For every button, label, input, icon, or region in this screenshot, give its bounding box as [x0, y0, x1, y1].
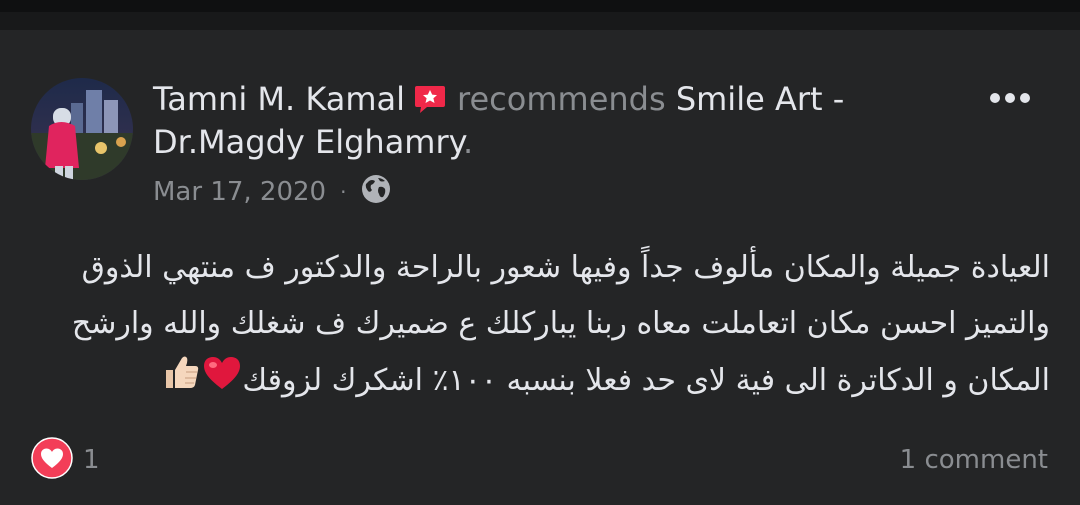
comments-count-link[interactable]: 1 comment [900, 440, 1048, 480]
post-date[interactable]: Mar 17, 2020 [153, 177, 326, 207]
trailing-period: . [463, 123, 474, 161]
red-heart-emoji [202, 354, 242, 410]
author-avatar[interactable] [31, 78, 133, 180]
reaction-count: 1 [83, 445, 100, 475]
top-status-bar [0, 0, 1080, 12]
globe-icon [360, 173, 392, 212]
more-options-button[interactable] [985, 80, 1035, 116]
post-meta: Mar 17, 2020 · [153, 172, 392, 212]
star-badge-icon [413, 82, 447, 113]
reactions-summary[interactable]: 1 [31, 437, 100, 483]
post-header: Tamni M. Kamal recommends Smile Art - Dr.M… [153, 78, 893, 164]
author-name[interactable]: Tamni M. Kamal [153, 80, 405, 118]
more-horizontal-icon [988, 89, 1032, 108]
date-separator: · [340, 180, 347, 204]
recommends-label: recommends [457, 80, 666, 118]
post-body: العيادة جميلة والمكان مألوف جداً وفيها ش… [40, 240, 1050, 411]
page-name-line1[interactable]: Smile Art - [676, 80, 844, 118]
comments-label: 1 comment [899, 445, 1048, 475]
page-name-line2[interactable]: Dr.Magdy Elghamry [153, 123, 463, 161]
love-reaction-icon [31, 437, 73, 483]
thumbs-up-emoji [162, 352, 202, 411]
